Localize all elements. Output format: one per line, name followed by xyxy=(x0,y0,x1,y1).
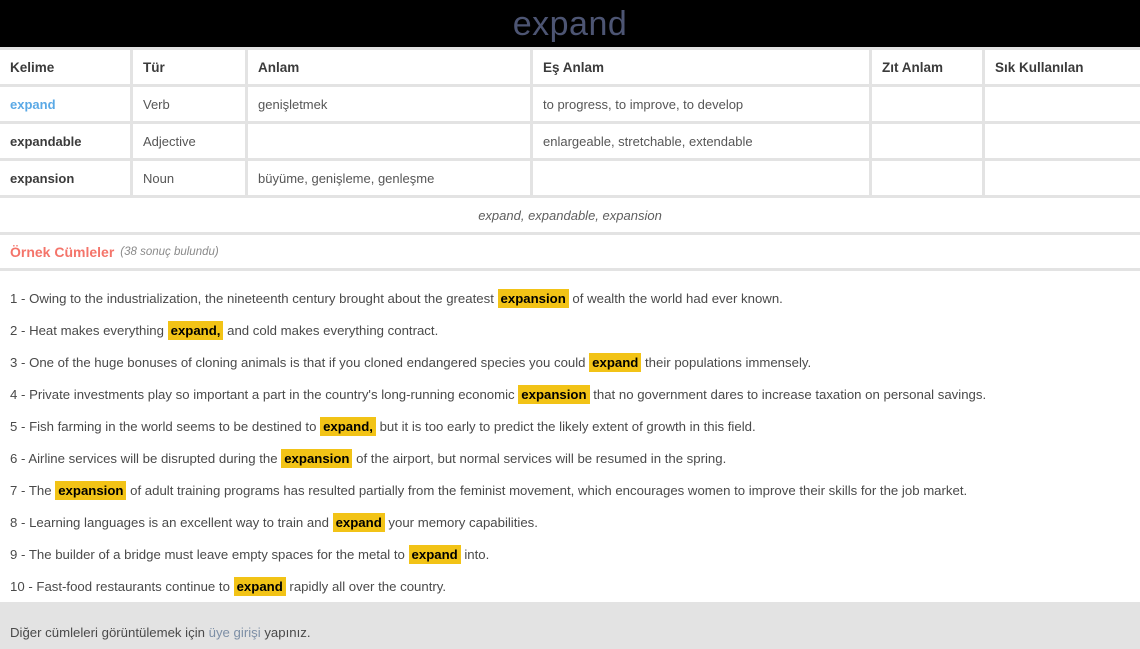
sentence-text-post: that no government dares to increase tax… xyxy=(589,387,987,402)
cell-es-anlam: to progress, to improve, to develop xyxy=(533,87,869,121)
cell-tur: Adjective xyxy=(133,124,245,158)
example-sentence: 5 - Fish farming in the world seems to b… xyxy=(10,411,1130,443)
sentence-text-pre: Learning languages is an excellent way t… xyxy=(29,515,333,530)
column-header-zit-anlam: Zıt Anlam xyxy=(872,50,982,84)
example-sentence: 10 - Fast-food restaurants continue to e… xyxy=(10,571,1130,603)
cell-sik-kullanilan xyxy=(985,161,1140,195)
sentence-number: 3 - xyxy=(10,355,30,370)
word-table: Kelime Tür Anlam Eş Anlam Zıt Anlam Sık … xyxy=(0,50,1140,195)
sentence-number: 7 - xyxy=(10,483,29,498)
highlighted-keyword: expand, xyxy=(167,321,224,340)
table-row: expand Verb genişletmek to progress, to … xyxy=(0,87,1140,121)
sentence-text-pre: Fish farming in the world seems to be de… xyxy=(29,419,321,434)
sentence-number: 1 - xyxy=(10,291,30,306)
highlighted-keyword: expand xyxy=(408,545,461,564)
example-sentence: 9 - The builder of a bridge must leave e… xyxy=(10,539,1130,571)
cell-kelime: expand xyxy=(0,87,130,121)
column-header-kelime: Kelime xyxy=(0,50,130,84)
examples-result-count: (38 sonuç bulundu) xyxy=(120,245,219,258)
sentence-text-post: your memory capabilities. xyxy=(384,515,538,530)
cell-anlam: büyüme, genişleme, genleşme xyxy=(248,161,530,195)
highlighted-keyword: expansion xyxy=(55,481,127,500)
sentence-text-pre: Heat makes everything xyxy=(29,323,168,338)
sentence-text-pre: Owing to the industrialization, the nine… xyxy=(29,291,498,306)
sentence-text-pre: The builder of a bridge must leave empty… xyxy=(28,547,409,562)
sentence-text-pre: Fast-food restaurants continue to xyxy=(36,579,234,594)
sentence-text-pre: Airline services will be disrupted durin… xyxy=(28,451,282,466)
highlighted-keyword: expand, xyxy=(320,417,376,436)
sentence-number: 2 - xyxy=(10,323,30,338)
sentence-text-post: of wealth the world had ever known. xyxy=(568,291,783,306)
example-sentence: 1 - Owing to the industrialization, the … xyxy=(10,283,1130,315)
highlighted-keyword: expansion xyxy=(497,289,569,308)
example-sentence: 3 - One of the huge bonuses of cloning a… xyxy=(10,347,1130,379)
table-row: expansion Noun büyüme, genişleme, genleş… xyxy=(0,161,1140,195)
sentence-text-post: into. xyxy=(460,547,490,562)
word-label-expansion: expansion xyxy=(10,170,75,186)
cell-anlam: genişletmek xyxy=(248,87,530,121)
login-note-pre: Diğer cümleleri görüntülemek için xyxy=(10,625,209,640)
cell-zit-anlam xyxy=(872,124,982,158)
cell-kelime: expansion xyxy=(0,161,130,195)
sentence-text-pre: The xyxy=(28,483,56,498)
cell-tur: Verb xyxy=(133,87,245,121)
cell-sik-kullanilan xyxy=(985,87,1140,121)
sentence-text-pre: One of the huge bonuses of cloning anima… xyxy=(29,355,590,370)
cell-tur: Noun xyxy=(133,161,245,195)
sentence-text-post: and cold makes everything contract. xyxy=(223,323,439,338)
page-root: expand Kelime Tür Anlam Eş Anlam Zıt Anl… xyxy=(0,0,1140,649)
cell-es-anlam xyxy=(533,161,869,195)
examples-title: Örnek Cümleler xyxy=(10,243,115,260)
sentence-text-post: of the airport, but normal services will… xyxy=(352,451,727,466)
column-header-sik-kullanilan: Sık Kullanılan xyxy=(985,50,1140,84)
column-header-es-anlam: Eş Anlam xyxy=(533,50,869,84)
sentence-number: 8 - xyxy=(10,515,30,530)
sentence-text-post: rapidly all over the country. xyxy=(285,579,447,594)
page-title: expand xyxy=(512,4,628,43)
highlighted-keyword: expand xyxy=(589,353,642,372)
login-note: Diğer cümleleri görüntülemek için üye gi… xyxy=(10,625,1130,640)
examples-header: Örnek Cümleler (38 sonuç bulundu) xyxy=(0,235,1140,268)
column-header-tur: Tür xyxy=(133,50,245,84)
table-header-row: Kelime Tür Anlam Eş Anlam Zıt Anlam Sık … xyxy=(0,50,1140,84)
example-sentence: 7 - The expansion of adult training prog… xyxy=(10,475,1130,507)
cell-zit-anlam xyxy=(872,161,982,195)
login-note-post: yapınız. xyxy=(260,625,311,640)
example-sentence: 2 - Heat makes everything expand, and co… xyxy=(10,315,1130,347)
sentence-number: 5 - xyxy=(10,419,30,434)
sentence-text-pre: Private investments play so important a … xyxy=(29,387,519,402)
highlighted-keyword: expand xyxy=(332,513,385,532)
sentence-text-post: of adult training programs has resulted … xyxy=(126,483,968,498)
highlighted-keyword: expansion xyxy=(281,449,353,468)
cell-anlam xyxy=(248,124,530,158)
sentence-number: 10 - xyxy=(10,579,37,594)
table-row: expandable Adjective enlargeable, stretc… xyxy=(0,124,1140,158)
word-label-expandable: expandable xyxy=(10,133,82,149)
examples-body: 1 - Owing to the industrialization, the … xyxy=(0,271,1140,640)
sentence-text-post: their populations immensely. xyxy=(641,355,812,370)
example-sentence: 8 - Learning languages is an excellent w… xyxy=(10,507,1130,539)
site-header: expand xyxy=(0,0,1140,47)
sentence-text-post: but it is too early to predict the likel… xyxy=(375,419,756,434)
member-login-link[interactable]: üye girişi xyxy=(209,625,261,640)
sentence-number: 4 - xyxy=(10,387,30,402)
highlighted-keyword: expansion xyxy=(518,385,590,404)
highlighted-keyword: expand xyxy=(233,577,286,596)
column-header-anlam: Anlam xyxy=(248,50,530,84)
cell-zit-anlam xyxy=(872,87,982,121)
example-sentence: 4 - Private investments play so importan… xyxy=(10,379,1130,411)
word-link-expand[interactable]: expand xyxy=(10,97,56,112)
example-sentence: 6 - Airline services will be disrupted d… xyxy=(10,443,1130,475)
cell-sik-kullanilan xyxy=(985,124,1140,158)
cell-es-anlam: enlargeable, stretchable, extendable xyxy=(533,124,869,158)
sentence-number: 9 - xyxy=(10,547,29,562)
sentence-list: 1 - Owing to the industrialization, the … xyxy=(10,283,1130,603)
sentence-number: 6 - xyxy=(10,451,29,466)
word-forms-strip: expand, expandable, expansion xyxy=(0,198,1140,232)
cell-kelime: expandable xyxy=(0,124,130,158)
